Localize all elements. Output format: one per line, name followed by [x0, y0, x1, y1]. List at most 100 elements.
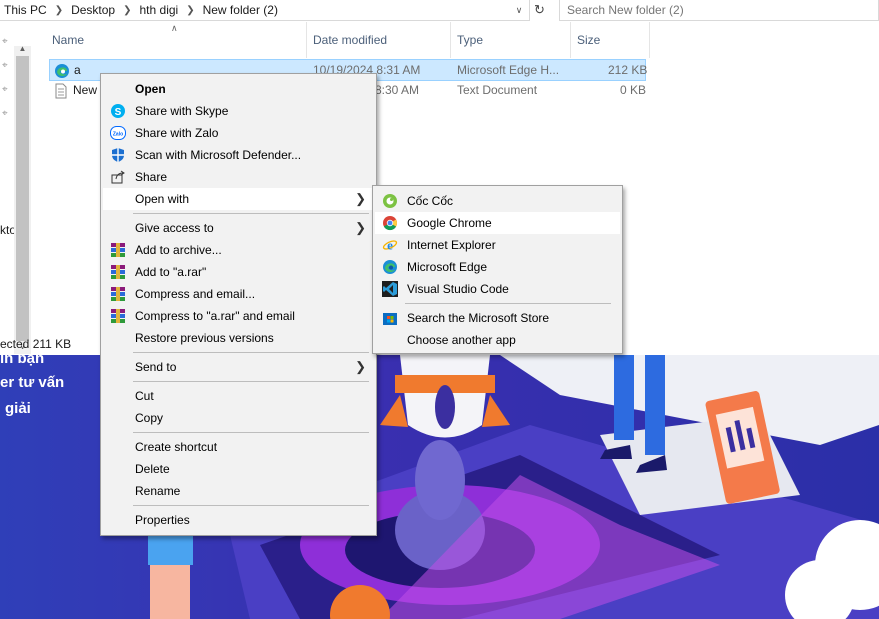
menu-item-give-access[interactable]: Give access to ❯: [103, 217, 374, 239]
breadcrumb-hth-digi[interactable]: hth digi: [140, 3, 179, 17]
menu-item-microsoft-edge[interactable]: Microsoft Edge: [375, 256, 620, 278]
menu-separator: [133, 505, 369, 506]
skype-icon: S: [111, 104, 125, 118]
file-size: 212 KB: [608, 63, 648, 77]
share-icon: [111, 170, 125, 184]
pin-icon: ⌖: [2, 84, 8, 95]
file-type: Microsoft Edge H...: [457, 63, 560, 77]
column-header-date[interactable]: Date modified: [307, 22, 451, 58]
coccoc-icon: [383, 194, 397, 208]
pin-icon: ⌖: [2, 36, 8, 47]
breadcrumb-desktop[interactable]: Desktop: [71, 3, 115, 17]
menu-item-share-skype[interactable]: S Share with Skype: [103, 100, 374, 122]
defender-shield-icon: [112, 148, 124, 162]
menu-item-create-shortcut[interactable]: Create shortcut: [103, 436, 374, 458]
menu-item-compress-rar-email[interactable]: Compress to "a.rar" and email: [103, 305, 374, 327]
menu-item-cut[interactable]: Cut: [103, 385, 374, 407]
microsoft-store-icon: [383, 313, 397, 325]
file-name[interactable]: a: [74, 60, 81, 80]
address-bar[interactable]: This PC ❯ Desktop ❯ hth digi ❯ New folde…: [0, 0, 529, 21]
winrar-icon: [111, 243, 125, 257]
winrar-icon: [111, 265, 125, 279]
menu-item-open[interactable]: Open: [103, 78, 374, 100]
file-size: 0 KB: [620, 83, 647, 97]
menu-item-label: Share with Zalo: [135, 126, 219, 140]
menu-item-send-to[interactable]: Send to ❯: [103, 356, 374, 378]
menu-item-label: Open: [135, 82, 166, 96]
pin-icon: ⌖: [2, 60, 8, 71]
menu-item-scan-defender[interactable]: Scan with Microsoft Defender...: [103, 144, 374, 166]
menu-item-label: Give access to: [135, 221, 214, 235]
menu-item-restore-versions[interactable]: Restore previous versions: [103, 327, 374, 349]
breadcrumb-chevron-icon[interactable]: ❯: [55, 5, 63, 16]
menu-item-label: Delete: [135, 462, 170, 476]
winrar-icon: [111, 309, 125, 323]
menu-item-rename[interactable]: Rename: [103, 480, 374, 502]
menu-item-label: Open with: [135, 192, 190, 206]
svg-text:S: S: [115, 107, 122, 118]
menu-item-add-to-rar[interactable]: Add to "a.rar": [103, 261, 374, 283]
column-header-type[interactable]: Type: [451, 22, 571, 58]
menu-separator: [133, 352, 369, 353]
file-type: Text Document: [457, 83, 538, 97]
breadcrumb-chevron-icon[interactable]: ❯: [186, 5, 194, 16]
menu-item-label: Scan with Microsoft Defender...: [135, 148, 302, 162]
menu-item-coccoc[interactable]: Cốc Cốc: [375, 190, 620, 212]
menu-item-vscode[interactable]: Visual Studio Code: [375, 278, 620, 300]
menu-item-label: Google Chrome: [407, 216, 492, 230]
refresh-icon[interactable]: ↻: [529, 0, 549, 21]
menu-item-label: Properties: [135, 513, 190, 527]
submenu-chevron-right-icon: ❯: [355, 359, 366, 374]
address-history-chevron-down-icon[interactable]: ∨: [512, 3, 526, 17]
menu-item-google-chrome[interactable]: Google Chrome: [375, 212, 620, 234]
menu-separator: [133, 381, 369, 382]
menu-item-label: Share with Skype: [135, 104, 229, 118]
menu-item-label: Share: [135, 170, 168, 184]
menu-item-share[interactable]: Share: [103, 166, 374, 188]
menu-item-internet-explorer[interactable]: e Internet Explorer: [375, 234, 620, 256]
menu-item-label: Visual Studio Code: [407, 282, 509, 296]
edge-icon: [383, 260, 397, 274]
open-with-submenu: Cốc Cốc Google Chrome e Internet Explore…: [372, 185, 623, 354]
sort-ascending-icon: ∧: [171, 23, 178, 33]
menu-item-properties[interactable]: Properties: [103, 509, 374, 531]
scroll-up-icon[interactable]: ▲: [14, 44, 31, 53]
menu-item-add-to-archive[interactable]: Add to archive...: [103, 239, 374, 261]
edge-html-file-icon: [55, 64, 69, 78]
wallpaper-text-line: er tư vấn: [0, 374, 65, 391]
file-name[interactable]: New: [73, 80, 97, 100]
menu-item-choose-another-app[interactable]: Choose another app: [375, 329, 620, 351]
menu-item-label: Search the Microsoft Store: [407, 311, 550, 325]
breadcrumb-chevron-icon[interactable]: ❯: [123, 5, 131, 16]
menu-item-label: Microsoft Edge: [407, 260, 488, 274]
menu-item-label: Cốc Cốc: [407, 194, 454, 208]
menu-item-label: Compress to "a.rar" and email: [135, 309, 295, 323]
scrollbar-thumb[interactable]: [16, 56, 29, 341]
menu-item-label: Add to "a.rar": [135, 265, 207, 279]
menu-item-copy[interactable]: Copy: [103, 407, 374, 429]
menu-item-label: Cut: [135, 389, 154, 403]
nav-scrollbar[interactable]: ▲ ∨: [14, 44, 31, 354]
text-file-icon: [55, 83, 67, 99]
search-input[interactable]: Search New folder (2): [559, 0, 879, 21]
menu-item-label: Choose another app: [407, 333, 516, 347]
menu-item-label: Restore previous versions: [135, 331, 274, 345]
svg-text:Zalo: Zalo: [113, 132, 123, 138]
menu-item-open-with[interactable]: Open with ❯: [103, 188, 374, 210]
breadcrumb-current-folder[interactable]: New folder (2): [203, 3, 278, 17]
zalo-icon: Zalo: [110, 126, 126, 140]
menu-item-label: Compress and email...: [135, 287, 256, 301]
breadcrumb-this-pc[interactable]: This PC: [4, 3, 47, 17]
menu-separator: [405, 303, 611, 304]
menu-item-share-zalo[interactable]: Zalo Share with Zalo: [103, 122, 374, 144]
navigation-pane: ⌖ ⌖ ⌖ ⌖ kto ▲ ∨: [0, 22, 31, 354]
menu-item-label: Copy: [135, 411, 164, 425]
vscode-icon: [382, 281, 398, 297]
menu-item-label: Internet Explorer: [407, 238, 496, 252]
menu-item-compress-email[interactable]: Compress and email...: [103, 283, 374, 305]
column-header-size[interactable]: Size: [571, 22, 650, 58]
menu-item-microsoft-store[interactable]: Search the Microsoft Store: [375, 307, 620, 329]
file-context-menu: Open S Share with Skype Zalo Share with …: [100, 73, 377, 536]
menu-item-delete[interactable]: Delete: [103, 458, 374, 480]
pin-icon: ⌖: [2, 108, 8, 119]
